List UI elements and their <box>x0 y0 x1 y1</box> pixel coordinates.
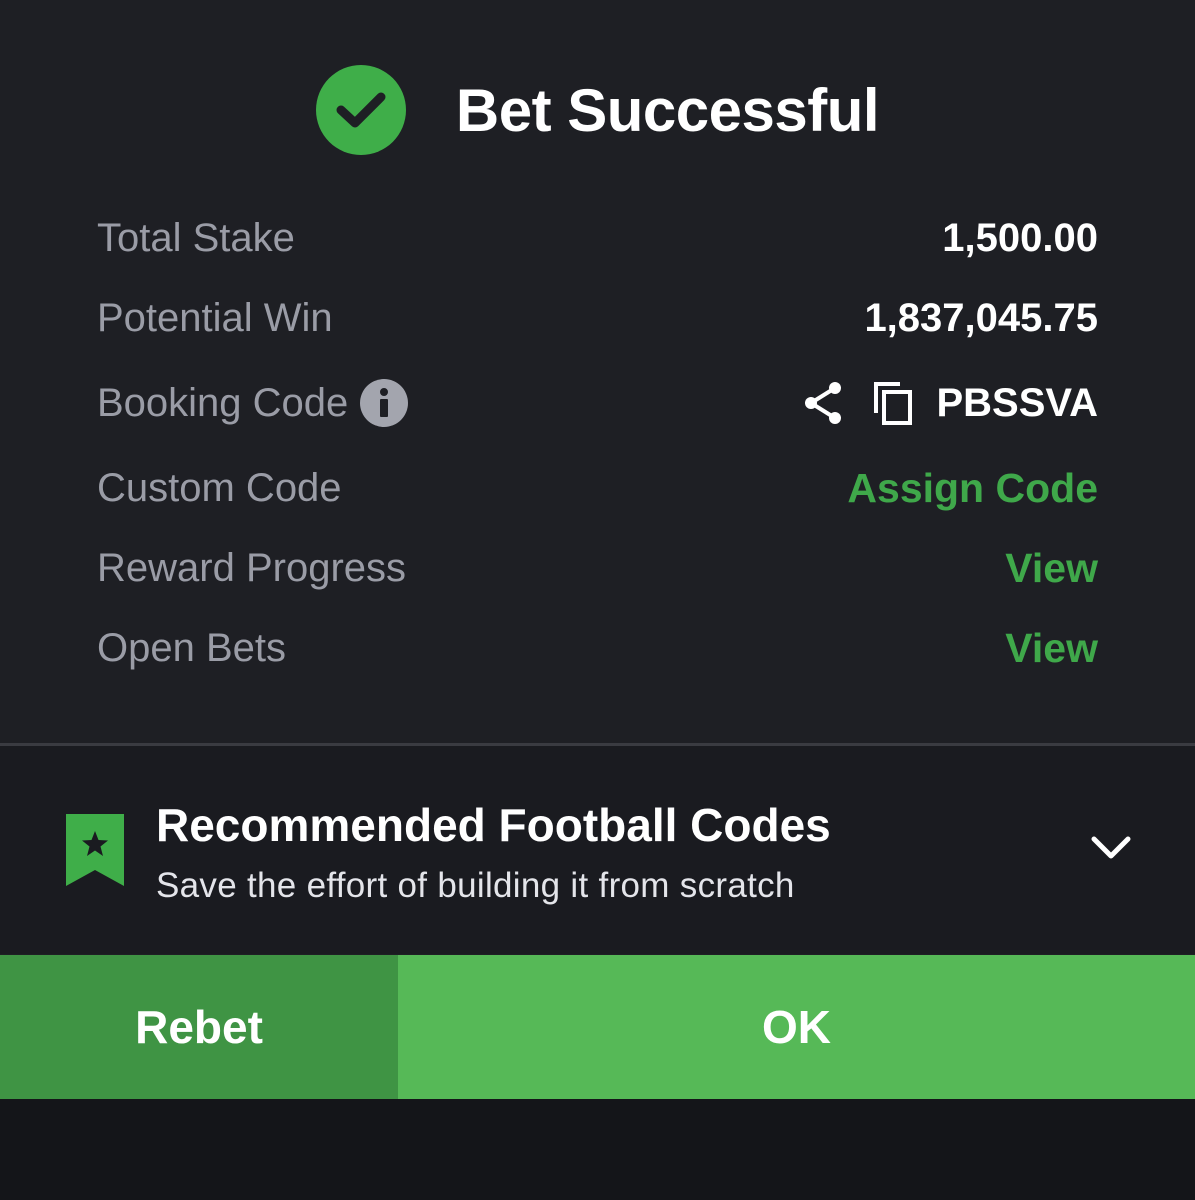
rebet-button[interactable]: Rebet <box>0 955 398 1099</box>
header: Bet Successful <box>0 62 1195 158</box>
custom-code-label: Custom Code <box>97 465 342 510</box>
open-bets-view-link[interactable]: View <box>1005 625 1098 672</box>
booking-code-label-group: Booking Code <box>97 379 409 427</box>
copy-icon[interactable] <box>872 380 914 426</box>
page-title: Bet Successful <box>455 76 880 144</box>
potential-win-label: Potential Win <box>97 295 333 340</box>
booking-code-label: Booking Code <box>97 380 349 425</box>
reward-progress-label: Reward Progress <box>97 545 407 590</box>
check-circle-icon <box>315 65 406 155</box>
action-buttons: Rebet OK <box>0 955 1195 1099</box>
chevron-down-icon[interactable] <box>1090 834 1132 867</box>
custom-code-row: Custom Code Assign Code <box>97 448 1098 528</box>
bookmark-star-icon <box>66 814 124 891</box>
ok-button[interactable]: OK <box>398 955 1195 1099</box>
potential-win-value: 1,837,045.75 <box>864 295 1098 340</box>
reward-progress-row: Reward Progress View <box>97 528 1098 608</box>
total-stake-label: Total Stake <box>97 215 295 260</box>
open-bets-label: Open Bets <box>97 625 287 670</box>
recommended-subtitle: Save the effort of building it from scra… <box>156 866 795 905</box>
bet-success-panel: Bet Successful Total Stake 1,500.00 Pote… <box>0 0 1195 1200</box>
assign-code-link[interactable]: Assign Code <box>847 465 1098 512</box>
bet-details: Total Stake 1,500.00 Potential Win 1,837… <box>97 198 1098 688</box>
total-stake-value: 1,500.00 <box>942 215 1098 260</box>
recommended-codes-section[interactable]: Recommended Football Codes Save the effo… <box>0 746 1195 954</box>
info-icon[interactable] <box>360 379 409 427</box>
share-icon[interactable] <box>802 380 844 426</box>
bottom-bar <box>0 1099 1195 1200</box>
potential-win-row: Potential Win 1,837,045.75 <box>97 278 1098 358</box>
open-bets-row: Open Bets View <box>97 608 1098 688</box>
booking-code-row: Booking Code PBSSVA <box>97 358 1098 448</box>
reward-progress-view-link[interactable]: View <box>1005 545 1098 592</box>
recommended-title: Recommended Football Codes <box>156 799 831 851</box>
booking-code-value-group: PBSSVA <box>802 380 1098 426</box>
total-stake-row: Total Stake 1,500.00 <box>97 198 1098 278</box>
booking-code-value: PBSSVA <box>936 380 1098 425</box>
